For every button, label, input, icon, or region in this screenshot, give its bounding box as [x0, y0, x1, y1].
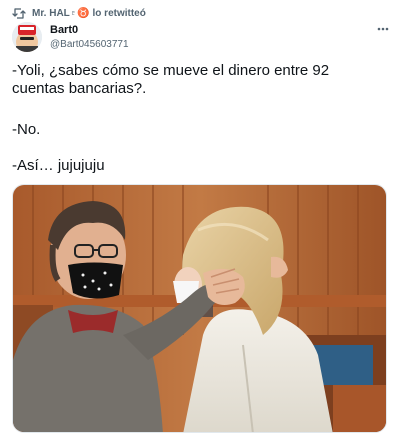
- author-handle[interactable]: @Bart045603771: [50, 38, 129, 52]
- more-options-icon: [377, 27, 389, 31]
- tweet-card[interactable]: Mr. HAL♇♉ lo retwitteó Bart0 @Bart045603…: [0, 0, 409, 442]
- more-options-button[interactable]: [373, 22, 393, 36]
- photo-image: [13, 185, 386, 432]
- tweet-photo[interactable]: [12, 184, 387, 433]
- retweet-icon: [12, 7, 26, 19]
- retweet-label: Mr. HAL♇♉ lo retwitteó: [32, 7, 146, 19]
- avatar-image: [12, 22, 42, 52]
- tweet-text-line: -Yoli, ¿sabes cómo se mueve el dinero en…: [12, 62, 330, 79]
- tweet-text-line: -Así… jujujuju: [12, 157, 105, 174]
- avatar[interactable]: [12, 22, 42, 52]
- tweet-text-line: -No.: [12, 121, 41, 138]
- author-display-name[interactable]: Bart0: [50, 23, 129, 37]
- tweet-text: -Yoli, ¿sabes cómo se mueve el dinero en…: [12, 62, 392, 174]
- tweet-text-line: cuentas bancarias?.: [12, 80, 147, 97]
- author-info[interactable]: Bart0 @Bart045603771: [50, 23, 129, 52]
- retweet-context[interactable]: Mr. HAL♇♉ lo retwitteó: [12, 6, 146, 20]
